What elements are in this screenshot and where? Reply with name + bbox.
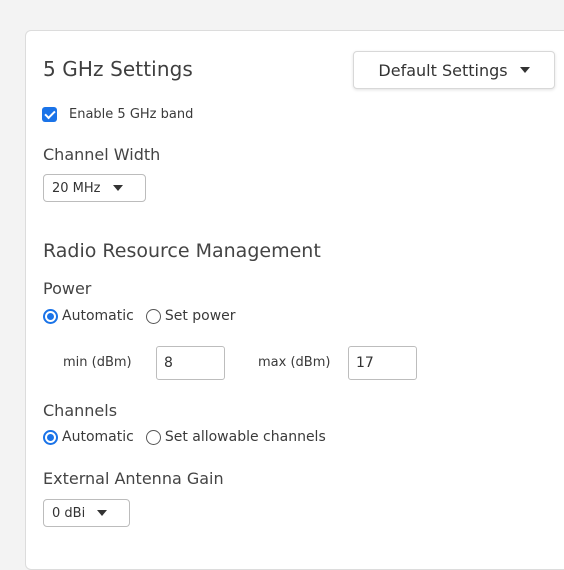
channels-label: Channels [43, 401, 118, 420]
power-max-input[interactable] [348, 346, 417, 380]
preset-dropdown-label: Default Settings [378, 60, 508, 80]
channels-set-radio[interactable] [145, 429, 161, 445]
power-automatic-radio[interactable] [43, 308, 58, 324]
power-automatic-label: Automatic [62, 308, 134, 324]
enable-band-label: Enable 5 GHz band [69, 107, 194, 122]
power-min-input[interactable] [156, 346, 225, 380]
channel-width-value: 20 MHz [52, 180, 101, 196]
channels-radio-group: Automatic Set allowable channels [43, 429, 338, 445]
chevron-down-icon [519, 67, 530, 73]
channel-width-select[interactable]: 20 MHz [43, 174, 146, 202]
channels-automatic-label: Automatic [62, 429, 134, 445]
settings-panel: 5 GHz Settings Default Settings Enable 5… [25, 30, 564, 570]
power-max-label: max (dBm) [258, 355, 331, 370]
channel-width-label: Channel Width [43, 145, 161, 164]
rrm-heading: Radio Resource Management [43, 240, 321, 262]
antenna-gain-value: 0 dBi [52, 505, 86, 521]
chevron-down-icon [112, 185, 123, 191]
power-set-radio[interactable] [145, 308, 161, 324]
antenna-gain-label: External Antenna Gain [43, 469, 224, 488]
power-label: Power [43, 279, 92, 298]
antenna-gain-select[interactable]: 0 dBi [43, 499, 130, 527]
enable-band-checkbox[interactable] [42, 107, 57, 122]
power-min-label: min (dBm) [63, 355, 132, 370]
channels-set-label: Set allowable channels [164, 429, 326, 445]
power-radio-group: Automatic Set power [43, 308, 248, 324]
panel-title: 5 GHz Settings [43, 57, 193, 81]
power-set-label: Set power [164, 308, 236, 324]
channels-automatic-radio[interactable] [43, 429, 58, 445]
preset-dropdown[interactable]: Default Settings [353, 51, 555, 89]
chevron-down-icon [97, 510, 108, 516]
